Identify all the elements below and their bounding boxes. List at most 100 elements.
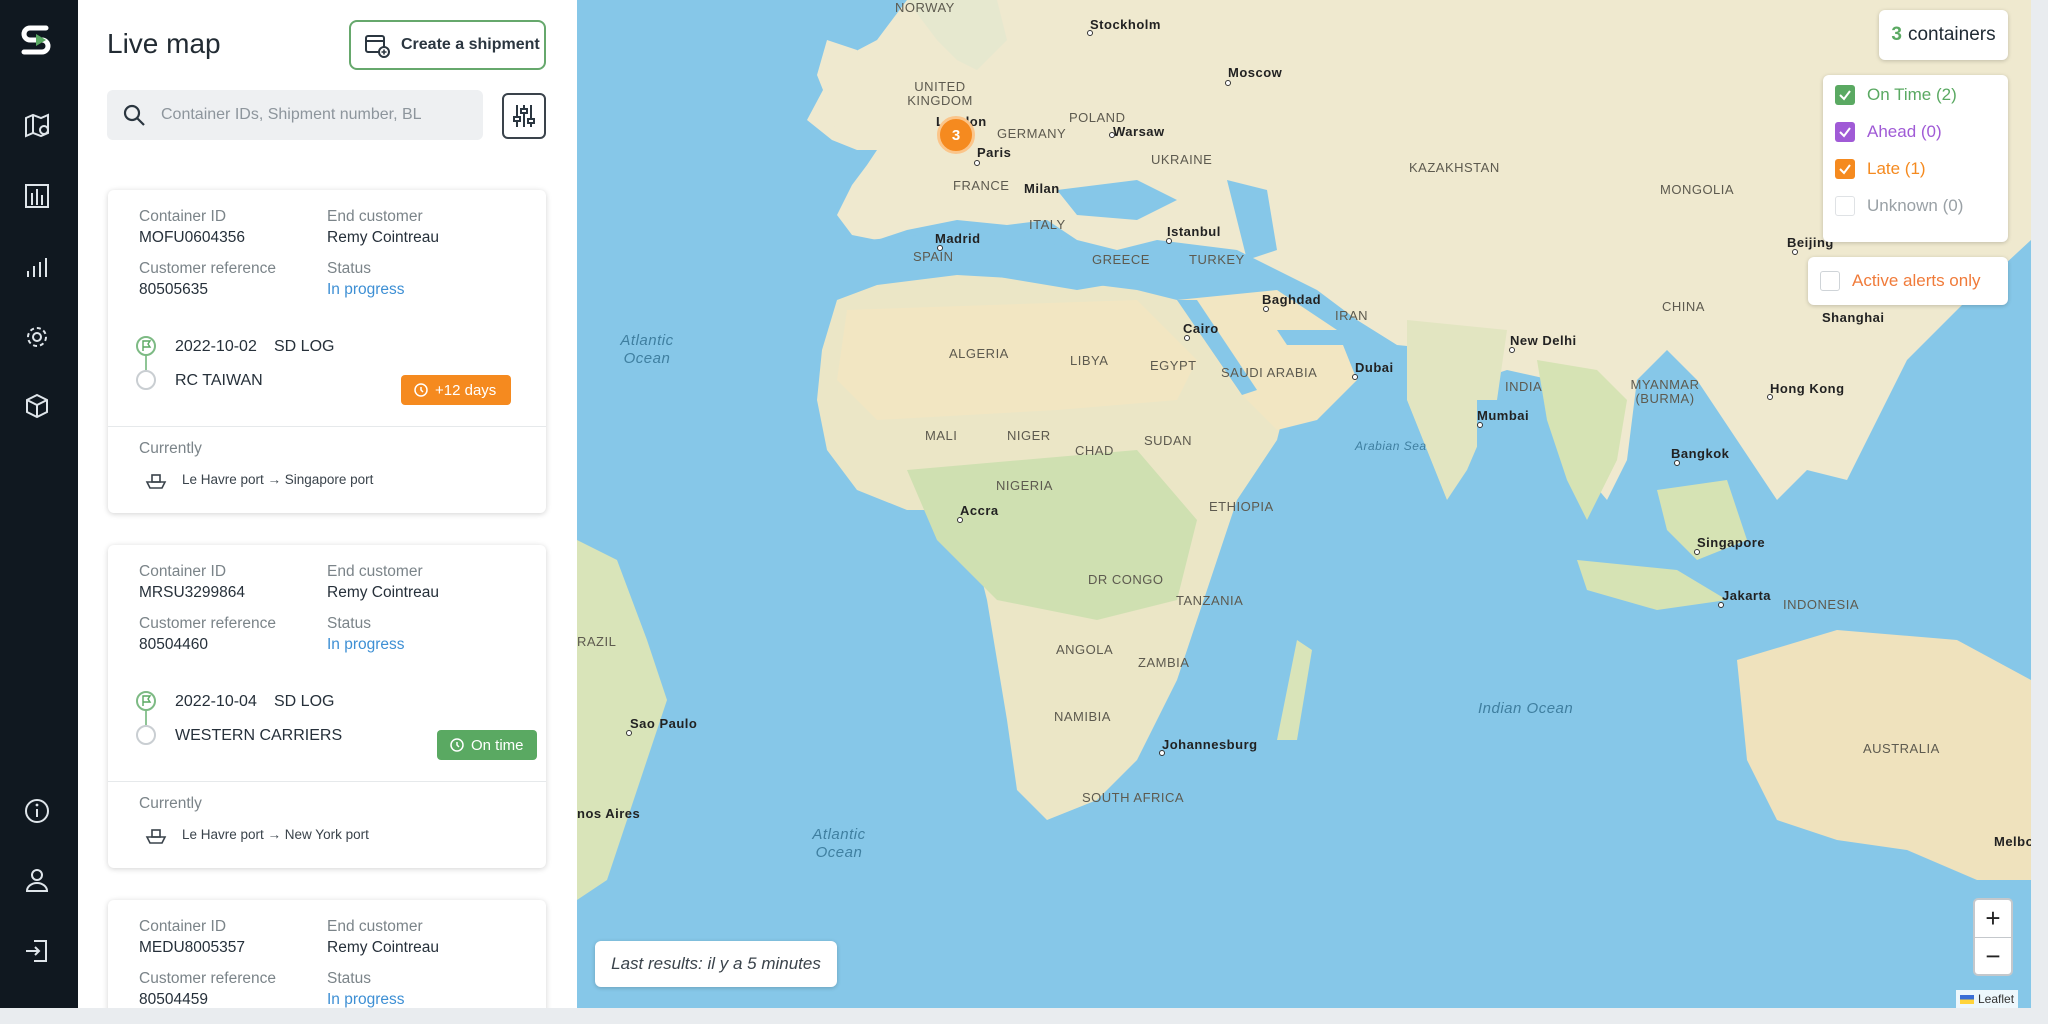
containers-count-number: 3	[1891, 24, 1902, 45]
country-label: EGYPT	[1150, 358, 1197, 373]
checkbox-unchecked-icon[interactable]	[1835, 196, 1855, 216]
city-dot	[1166, 238, 1172, 244]
zoom-in-button[interactable]: +	[1975, 900, 2011, 937]
container-id-value: MEDU8005357	[139, 939, 245, 956]
container-id-label: Container ID	[139, 563, 227, 580]
country-label: UKRAINE	[1151, 152, 1213, 167]
map-attribution[interactable]: Leaflet	[1956, 990, 2018, 1008]
map-nav-icon[interactable]	[19, 108, 55, 144]
country-label: GERMANY	[997, 126, 1067, 141]
ship-icon	[145, 474, 167, 489]
city-dot	[974, 160, 980, 166]
departure-date: 2022-10-04	[175, 693, 257, 710]
end-customer-value: Remy Cointreau	[327, 939, 439, 956]
city-label: Bangkok	[1671, 446, 1730, 461]
checkbox-checked-icon[interactable]	[1835, 159, 1855, 179]
analytics-nav-icon[interactable]	[19, 250, 55, 286]
shipment-card[interactable]: Container ID MRSU3299864 End customer Re…	[108, 545, 546, 868]
package-nav-icon[interactable]	[19, 388, 55, 424]
customer-reference-value: 80504459	[139, 991, 208, 1008]
live-map[interactable]: NORWAY UNITED KINGDOM GERMANY POLAND UKR…	[577, 0, 2031, 1008]
destination-dot-icon	[136, 725, 156, 745]
city-dot	[1263, 306, 1269, 312]
shipment-card[interactable]: Container ID MOFU0604356 End customer Re…	[108, 190, 546, 513]
end-customer-value: Remy Cointreau	[327, 584, 439, 601]
city-label: Singapore	[1697, 535, 1766, 550]
end-customer-label: End customer	[327, 563, 423, 580]
shipments-panel: Live map Create a shipment Container ID …	[78, 0, 577, 1008]
status-label: Status	[327, 615, 371, 632]
city-label: Moscow	[1228, 65, 1283, 80]
user-profile-icon[interactable]	[19, 862, 55, 898]
country-label: INDIA	[1505, 379, 1543, 394]
active-alerts-label: Active alerts only	[1852, 271, 1981, 290]
city-label: Sao Paulo	[630, 716, 698, 731]
country-label: ANGOLA	[1056, 642, 1114, 657]
city-label: New Delhi	[1510, 333, 1577, 348]
city-label: Baghdad	[1262, 292, 1322, 307]
zoom-out-button[interactable]: −	[1975, 937, 2011, 974]
country-label: SOUTH AFRICA	[1082, 790, 1185, 805]
checkbox-checked-icon[interactable]	[1835, 122, 1855, 142]
legend-late[interactable]: Late (1)	[1835, 159, 1926, 179]
country-label: CHAD	[1075, 443, 1114, 458]
country-label: AUSTRALIA	[1863, 741, 1940, 756]
filter-button[interactable]	[502, 93, 546, 139]
containers-count-label: containers	[1907, 24, 1996, 45]
city-dot	[1352, 374, 1358, 380]
checkbox-checked-icon[interactable]	[1835, 85, 1855, 105]
destination-dot-icon	[136, 370, 156, 390]
zoom-control: + −	[1973, 898, 2013, 976]
country-label: ALGERIA	[949, 346, 1009, 361]
current-route: Le Havre port → Singapore port	[182, 472, 374, 487]
ocean-label: Atlantic Ocean	[620, 332, 674, 367]
country-label: KAZAKHSTAN	[1409, 160, 1500, 175]
container-id-value: MRSU3299864	[139, 584, 245, 601]
settings-gear-icon[interactable]	[19, 319, 55, 355]
ocean-label: Indian Ocean	[1478, 700, 1574, 717]
country-label: NAMIBIA	[1054, 709, 1111, 724]
city-dot	[1159, 750, 1165, 756]
dashboard-nav-icon[interactable]	[19, 178, 55, 214]
legend-unknown[interactable]: Unknown (0)	[1835, 196, 1963, 216]
current-route: Le Havre port → New York port	[182, 827, 369, 842]
city-dot	[1087, 30, 1093, 36]
shipment-card[interactable]: Container ID MEDU8005357 End customer Re…	[108, 900, 546, 1008]
country-label: CHINA	[1662, 299, 1705, 314]
create-shipment-button[interactable]: Create a shipment	[349, 20, 546, 70]
active-alerts-toggle[interactable]: Active alerts only	[1808, 257, 2008, 305]
city-label: nos Aires	[577, 806, 641, 821]
country-label: TANZANIA	[1176, 593, 1244, 608]
country-label: ITALY	[1029, 217, 1066, 232]
checkbox-unchecked-icon[interactable]	[1820, 271, 1840, 291]
on-time-badge: On time	[437, 730, 537, 760]
carrier-name: WESTERN CARRIERS	[175, 727, 343, 744]
currently-label: Currently	[139, 795, 202, 812]
ocean-label: Atlantic Ocean	[812, 826, 866, 861]
logout-icon[interactable]	[19, 933, 55, 969]
search-bar	[107, 90, 483, 140]
calendar-add-icon	[365, 35, 390, 58]
city-dot	[1184, 335, 1190, 341]
city-label: Madrid	[935, 231, 981, 246]
clock-history-icon	[414, 383, 428, 397]
legend-on-time[interactable]: On Time (2)	[1835, 85, 1957, 105]
app-logo-icon[interactable]	[16, 20, 56, 60]
country-label: LIBYA	[1070, 353, 1109, 368]
status-value: In progress	[327, 281, 405, 298]
last-results-info: Last results: il y a 5 minutes	[595, 941, 837, 987]
ukraine-flag-icon	[1960, 994, 1974, 1004]
legend-ahead[interactable]: Ahead (0)	[1835, 122, 1942, 142]
info-icon[interactable]	[19, 793, 55, 829]
departure-date: 2022-10-02	[175, 338, 257, 355]
container-id-label: Container ID	[139, 918, 227, 935]
search-input[interactable]	[161, 106, 461, 124]
country-label: NIGERIA	[996, 478, 1053, 493]
map-cluster-marker[interactable]: 3	[937, 116, 975, 154]
country-label: GREECE	[1092, 252, 1150, 267]
origin-name: SD LOG	[274, 693, 335, 710]
carrier-name: RC TAIWAN	[175, 372, 263, 389]
city-dot	[937, 245, 943, 251]
country-label: SAUDI ARABIA	[1221, 365, 1318, 380]
country-label: DR CONGO	[1088, 572, 1164, 587]
